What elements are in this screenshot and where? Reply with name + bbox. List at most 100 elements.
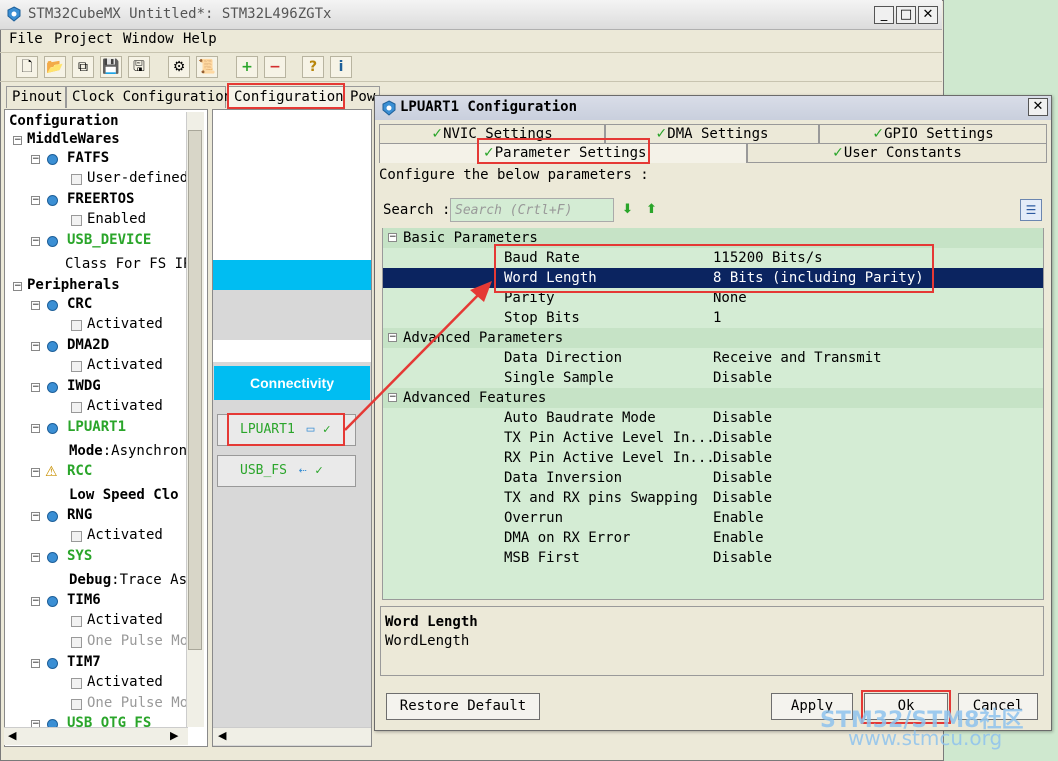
- checkbox-icon[interactable]: [71, 678, 82, 689]
- param-row[interactable]: Overrun Enable: [383, 508, 1043, 528]
- collapse-icon[interactable]: −: [13, 282, 22, 291]
- tree-peripherals[interactable]: Peripherals: [27, 277, 120, 293]
- maximize-button[interactable]: □: [896, 6, 916, 24]
- param-row[interactable]: Single Sample Disable: [383, 368, 1043, 388]
- save-as-icon[interactable]: 🖫: [128, 56, 150, 78]
- new-project-icon[interactable]: 🗋: [16, 56, 38, 78]
- menu-file[interactable]: File: [9, 31, 43, 47]
- tree-rcc-child[interactable]: Low Speed Clo: [69, 487, 179, 503]
- search-up-icon[interactable]: ⬆: [646, 202, 657, 217]
- checkbox-icon[interactable]: [71, 699, 82, 710]
- save-icon[interactable]: 💾: [100, 56, 122, 78]
- tree-middlewares[interactable]: MiddleWares: [27, 131, 120, 147]
- scroll-left-icon[interactable]: ◀: [8, 729, 16, 742]
- checkbox-icon[interactable]: [71, 531, 82, 542]
- collapse-icon[interactable]: −: [388, 333, 397, 342]
- tree-tim6-activated[interactable]: Activated: [87, 612, 163, 628]
- param-row[interactable]: RX Pin Active Level In... Disable: [383, 448, 1043, 468]
- collapse-icon[interactable]: −: [13, 136, 22, 145]
- tree-horizontal-scrollbar[interactable]: [4, 727, 188, 745]
- open-folder-icon[interactable]: 📂: [44, 56, 66, 78]
- usb-fs-button[interactable]: USB_FS ⇠ ✓: [217, 455, 356, 487]
- collapse-icon[interactable]: −: [31, 468, 40, 477]
- param-row[interactable]: TX Pin Active Level In... Disable: [383, 428, 1043, 448]
- group-basic-parameters[interactable]: − Basic Parameters: [383, 228, 1043, 248]
- tab-user-constants[interactable]: ✓User Constants: [747, 143, 1047, 163]
- tree-freertos[interactable]: FREERTOS: [67, 191, 134, 207]
- collapse-icon[interactable]: −: [31, 155, 40, 164]
- collapse-icon[interactable]: −: [31, 342, 40, 351]
- param-row[interactable]: Data Direction Receive and Transmit: [383, 348, 1043, 368]
- collapse-icon[interactable]: −: [31, 383, 40, 392]
- param-row[interactable]: Parity None: [383, 288, 1043, 308]
- tree-dma2d[interactable]: DMA2D: [67, 337, 109, 353]
- tree-lpuart1-mode[interactable]: Mode:Asynchron: [69, 443, 187, 459]
- report-icon[interactable]: 📜: [196, 56, 218, 78]
- param-row[interactable]: Baud Rate 115200 Bits/s: [383, 248, 1043, 268]
- tree-sys-debug[interactable]: Debug:Trace As: [69, 572, 187, 588]
- checkbox-icon[interactable]: [71, 361, 82, 372]
- checkbox-icon[interactable]: [71, 402, 82, 413]
- minimize-button[interactable]: _: [874, 6, 894, 24]
- checkbox-icon[interactable]: [71, 320, 82, 331]
- collapse-icon[interactable]: −: [31, 597, 40, 606]
- dialog-close-button[interactable]: ✕: [1028, 98, 1048, 116]
- tree-rng[interactable]: RNG: [67, 507, 92, 523]
- param-row[interactable]: TX and RX pins Swapping Disable: [383, 488, 1043, 508]
- scroll-right-icon[interactable]: ▶: [170, 729, 178, 742]
- tab-gpio-settings[interactable]: ✓GPIO Settings: [819, 124, 1047, 144]
- tree-iwdg[interactable]: IWDG: [67, 378, 101, 394]
- collapse-icon[interactable]: −: [388, 233, 397, 242]
- collapse-icon[interactable]: −: [31, 512, 40, 521]
- tree-scroll-thumb[interactable]: [188, 130, 202, 650]
- tree-freertos-child[interactable]: Enabled: [87, 211, 146, 227]
- tab-nvic-settings[interactable]: ✓NVIC Settings: [379, 124, 605, 144]
- param-row[interactable]: Auto Baudrate Mode Disable: [383, 408, 1043, 428]
- generate-code-icon[interactable]: ⚙: [168, 56, 190, 78]
- collapse-icon[interactable]: −: [31, 659, 40, 668]
- param-row[interactable]: Data Inversion Disable: [383, 468, 1043, 488]
- tree-rcc[interactable]: RCC: [67, 463, 92, 479]
- list-view-icon[interactable]: ☰: [1020, 199, 1042, 221]
- close-window-button[interactable]: ✕: [918, 6, 938, 24]
- group-advanced-features[interactable]: − Advanced Features: [383, 388, 1043, 408]
- menu-window[interactable]: Window: [123, 31, 174, 47]
- tab-configuration[interactable]: Configuration: [228, 86, 344, 108]
- tree-tim7-one-pulse[interactable]: One Pulse Mo: [87, 695, 188, 711]
- checkbox-icon[interactable]: [71, 215, 82, 226]
- copy-icon[interactable]: ⧉: [72, 56, 94, 78]
- tree-rng-activated[interactable]: Activated: [87, 527, 163, 543]
- menu-help[interactable]: Help: [183, 31, 217, 47]
- param-row[interactable]: DMA on RX Error Enable: [383, 528, 1043, 548]
- tab-parameter-settings[interactable]: ✓Parameter Settings: [379, 143, 747, 163]
- restore-default-button[interactable]: Restore Default: [386, 693, 540, 720]
- zoom-out-icon[interactable]: −: [264, 56, 286, 78]
- tab-pinout[interactable]: Pinout: [6, 86, 66, 108]
- tree-sys[interactable]: SYS: [67, 548, 92, 564]
- collapse-icon[interactable]: −: [31, 301, 40, 310]
- checkbox-icon[interactable]: [71, 637, 82, 648]
- checkbox-icon[interactable]: [71, 174, 82, 185]
- tree-usb-device[interactable]: USB_DEVICE: [67, 232, 151, 248]
- param-row[interactable]: Stop Bits 1: [383, 308, 1043, 328]
- tree-tim7[interactable]: TIM7: [67, 654, 101, 670]
- search-down-icon[interactable]: ⬇: [622, 202, 633, 217]
- tree-fatfs[interactable]: FATFS: [67, 150, 109, 166]
- collapse-icon[interactable]: −: [388, 393, 397, 402]
- collapse-icon[interactable]: −: [31, 237, 40, 246]
- tree-crc[interactable]: CRC: [67, 296, 92, 312]
- tree-iwdg-activated[interactable]: Activated: [87, 398, 163, 414]
- lpuart1-button[interactable]: LPUART1 ▭ ✓: [217, 414, 356, 446]
- canvas-horizontal-scrollbar[interactable]: [213, 727, 371, 745]
- tree-fatfs-child[interactable]: User-defined: [87, 170, 188, 186]
- param-row-selected[interactable]: Word Length 8 Bits (including Parity): [383, 268, 1043, 288]
- help-icon[interactable]: ?: [302, 56, 324, 78]
- tree-dma2d-activated[interactable]: Activated: [87, 357, 163, 373]
- tab-clock-configuration[interactable]: Clock Configuration: [66, 86, 232, 108]
- checkbox-icon[interactable]: [71, 616, 82, 627]
- group-advanced-parameters[interactable]: − Advanced Parameters: [383, 328, 1043, 348]
- tree-tim6[interactable]: TIM6: [67, 592, 101, 608]
- collapse-icon[interactable]: −: [31, 196, 40, 205]
- search-input[interactable]: [450, 198, 614, 222]
- menu-project[interactable]: Project: [54, 31, 113, 47]
